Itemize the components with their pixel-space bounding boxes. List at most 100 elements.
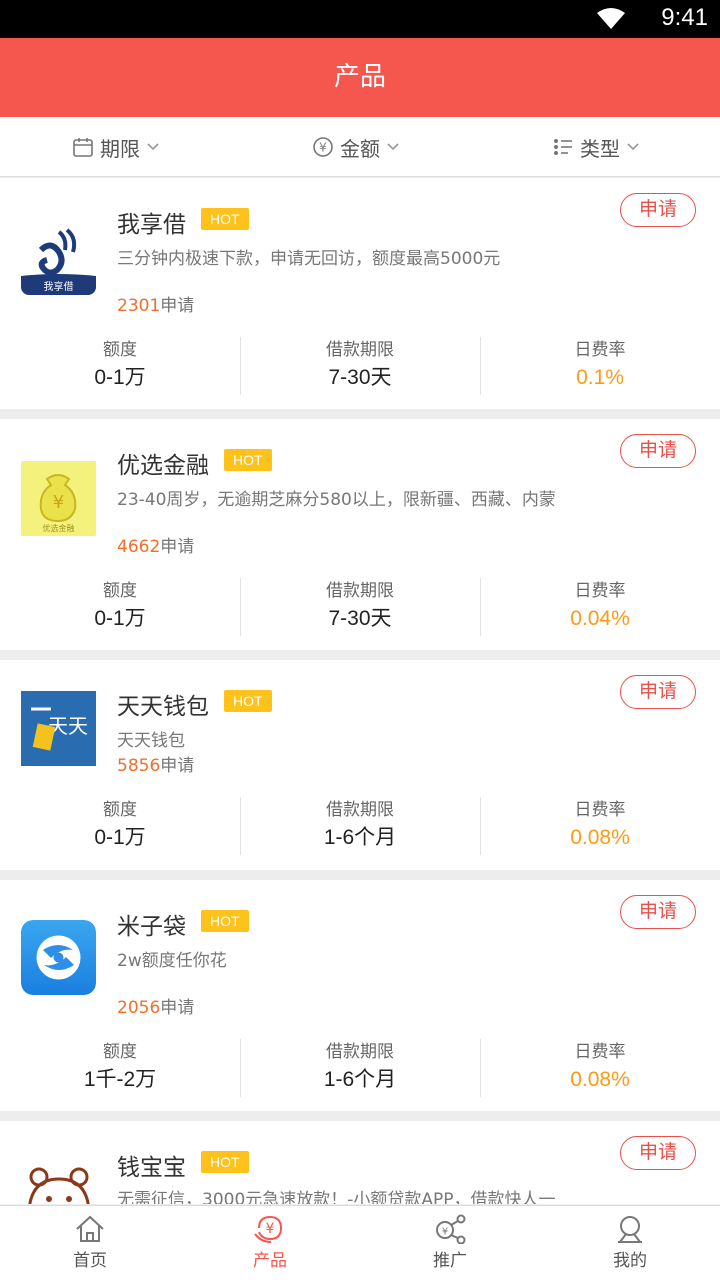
apply-button[interactable]: 申请 (620, 434, 696, 468)
product-logo (21, 1161, 96, 1204)
chevron-down-icon (387, 143, 399, 151)
apply-count-suffix: 申请 (160, 756, 195, 776)
stat-amount-value: 0-1万 (94, 607, 146, 630)
chevron-down-icon (627, 143, 639, 151)
apply-button[interactable]: 申请 (620, 675, 696, 709)
product-icon: ¥ (254, 1215, 283, 1243)
stat-amount-value: 0-1万 (94, 826, 146, 849)
stat-rate-label: 日费率 (574, 1042, 626, 1062)
tab-home-label: 首页 (73, 1251, 107, 1271)
tab-mine-label: 我的 (613, 1251, 647, 1271)
stat-term: 借款期限 1-6个月 (240, 1039, 480, 1097)
calendar-icon (73, 138, 93, 157)
product-name: 钱宝宝 (117, 1155, 186, 1181)
product-name: 优选金融 (117, 453, 209, 479)
product-name: 我享借 (117, 212, 186, 238)
filter-bar: 期限 ¥ 金额 类型 (0, 117, 720, 177)
profile-icon (618, 1216, 642, 1243)
apply-count: 4662申请 (117, 532, 194, 557)
logo-graphic: 我享借 (21, 220, 96, 295)
apply-count-suffix: 申请 (160, 296, 195, 316)
stat-rate: 日费率 0.1% (480, 337, 720, 395)
stat-rate-value: 0.08% (570, 1068, 630, 1091)
stat-amount-value: 1千-2万 (83, 1068, 157, 1091)
svg-text:优选金融: 优选金融 (43, 523, 75, 533)
stat-amount-label: 额度 (103, 800, 137, 820)
product-stats: 额度 0-1万 借款期限 7-30天 日费率 0.1% (0, 337, 720, 395)
stat-term-value: 1-6个月 (323, 1068, 397, 1091)
apply-button[interactable]: 申请 (620, 895, 696, 929)
stat-amount: 额度 1千-2万 (0, 1039, 240, 1097)
stat-term-label: 借款期限 (326, 340, 394, 360)
hot-badge: HOT (224, 449, 272, 471)
filter-type[interactable]: 类型 (552, 117, 646, 177)
product-card[interactable]: 米子袋 HOT 申请 2w额度任你花 2056申请 额度 1千-2万 借款期限 1-… (0, 880, 720, 1111)
stat-amount: 额度 0-1万 (0, 578, 240, 636)
svg-text:¥: ¥ (319, 141, 327, 155)
svg-text:我享借: 我享借 (44, 280, 74, 293)
stat-amount-label: 额度 (103, 340, 137, 360)
stat-term: 借款期限 1-6个月 (240, 797, 480, 855)
stat-term: 借款期限 7-30天 (240, 578, 480, 636)
hot-badge: HOT (224, 690, 272, 712)
product-name: 天天钱包 (117, 694, 209, 720)
stat-term: 借款期限 7-30天 (240, 337, 480, 395)
stat-term-label: 借款期限 (326, 581, 394, 601)
stat-amount-label: 额度 (103, 1042, 137, 1062)
filter-amount[interactable]: ¥ 金额 (312, 117, 406, 177)
apply-count: 2301申请 (117, 291, 194, 316)
home-icon (76, 1215, 104, 1242)
wifi-icon (597, 8, 625, 29)
logo-graphic (28, 1167, 90, 1204)
product-desc: 三分钟内极速下款，申请无回访，额度最高5000元 (117, 249, 501, 269)
stat-rate-label: 日费率 (574, 581, 626, 601)
product-logo (21, 920, 96, 995)
svg-text:¥: ¥ (53, 492, 64, 513)
stat-amount-label: 额度 (103, 581, 137, 601)
apply-count-number: 2056 (117, 998, 161, 1018)
tab-mine[interactable]: 我的 (540, 1206, 720, 1280)
stat-term-value: 1-6个月 (323, 826, 397, 849)
chevron-down-icon (147, 143, 159, 151)
status-time: 9:41 (661, 4, 708, 31)
product-stats: 额度 0-1万 借款期限 1-6个月 日费率 0.08% (0, 797, 720, 855)
tab-product[interactable]: ¥ 产品 (180, 1206, 360, 1280)
hot-badge: HOT (201, 910, 249, 932)
stat-amount: 额度 0-1万 (0, 337, 240, 395)
hot-badge: HOT (201, 1151, 249, 1173)
stat-amount: 额度 0-1万 (0, 797, 240, 855)
product-desc: 2w额度任你花 (117, 951, 227, 971)
svg-text:¥: ¥ (266, 1221, 275, 1237)
apply-count-number: 4662 (117, 537, 161, 557)
apply-button[interactable]: 申请 (620, 1136, 696, 1170)
tab-product-label: 产品 (253, 1251, 287, 1271)
product-card[interactable]: 钱宝宝 HOT 申请 无需征信，3000元急速放款！-小额贷款APP，借款快人一 (0, 1121, 720, 1204)
product-stats: 额度 1千-2万 借款期限 1-6个月 日费率 0.08% (0, 1039, 720, 1097)
apply-count-number: 5856 (117, 756, 161, 776)
tab-home[interactable]: 首页 (0, 1206, 180, 1280)
filter-type-label: 类型 (580, 136, 620, 161)
product-logo: ¥ 优选金融 (21, 461, 96, 536)
filter-term-label: 期限 (100, 136, 140, 161)
stat-term-label: 借款期限 (326, 800, 394, 820)
yuan-icon: ¥ (313, 137, 333, 157)
filter-term[interactable]: 期限 (72, 117, 166, 177)
logo-graphic: ¥ 优选金融 (21, 461, 96, 536)
stat-rate: 日费率 0.04% (480, 578, 720, 636)
tab-promote[interactable]: ¥ 推广 (360, 1206, 540, 1280)
stat-rate-label: 日费率 (574, 340, 626, 360)
logo-graphic (21, 920, 96, 995)
product-desc: 天天钱包 (117, 731, 185, 751)
list-icon (554, 139, 572, 155)
stat-rate: 日费率 0.08% (480, 1039, 720, 1097)
product-stats: 额度 0-1万 借款期限 7-30天 日费率 0.04% (0, 578, 720, 636)
filter-amount-label: 金额 (340, 136, 380, 161)
product-logo: 我享借 (21, 220, 96, 295)
product-card[interactable]: 天天 天天钱包 HOT 申请 天天钱包 5856申请 额度 0-1万 借款期限 1-… (0, 660, 720, 870)
svg-text:天天: 天天 (48, 714, 88, 738)
product-card[interactable]: ¥ 优选金融 优选金融 HOT 申请 23-40周岁，无逾期芝麻分580以上，限… (0, 419, 720, 650)
apply-button[interactable]: 申请 (620, 193, 696, 227)
product-card[interactable]: 我享借 我享借 HOT 申请 三分钟内极速下款，申请无回访，额度最高5000元 … (0, 178, 720, 409)
hot-badge: HOT (201, 208, 249, 230)
stat-term-value: 7-30天 (328, 366, 392, 389)
